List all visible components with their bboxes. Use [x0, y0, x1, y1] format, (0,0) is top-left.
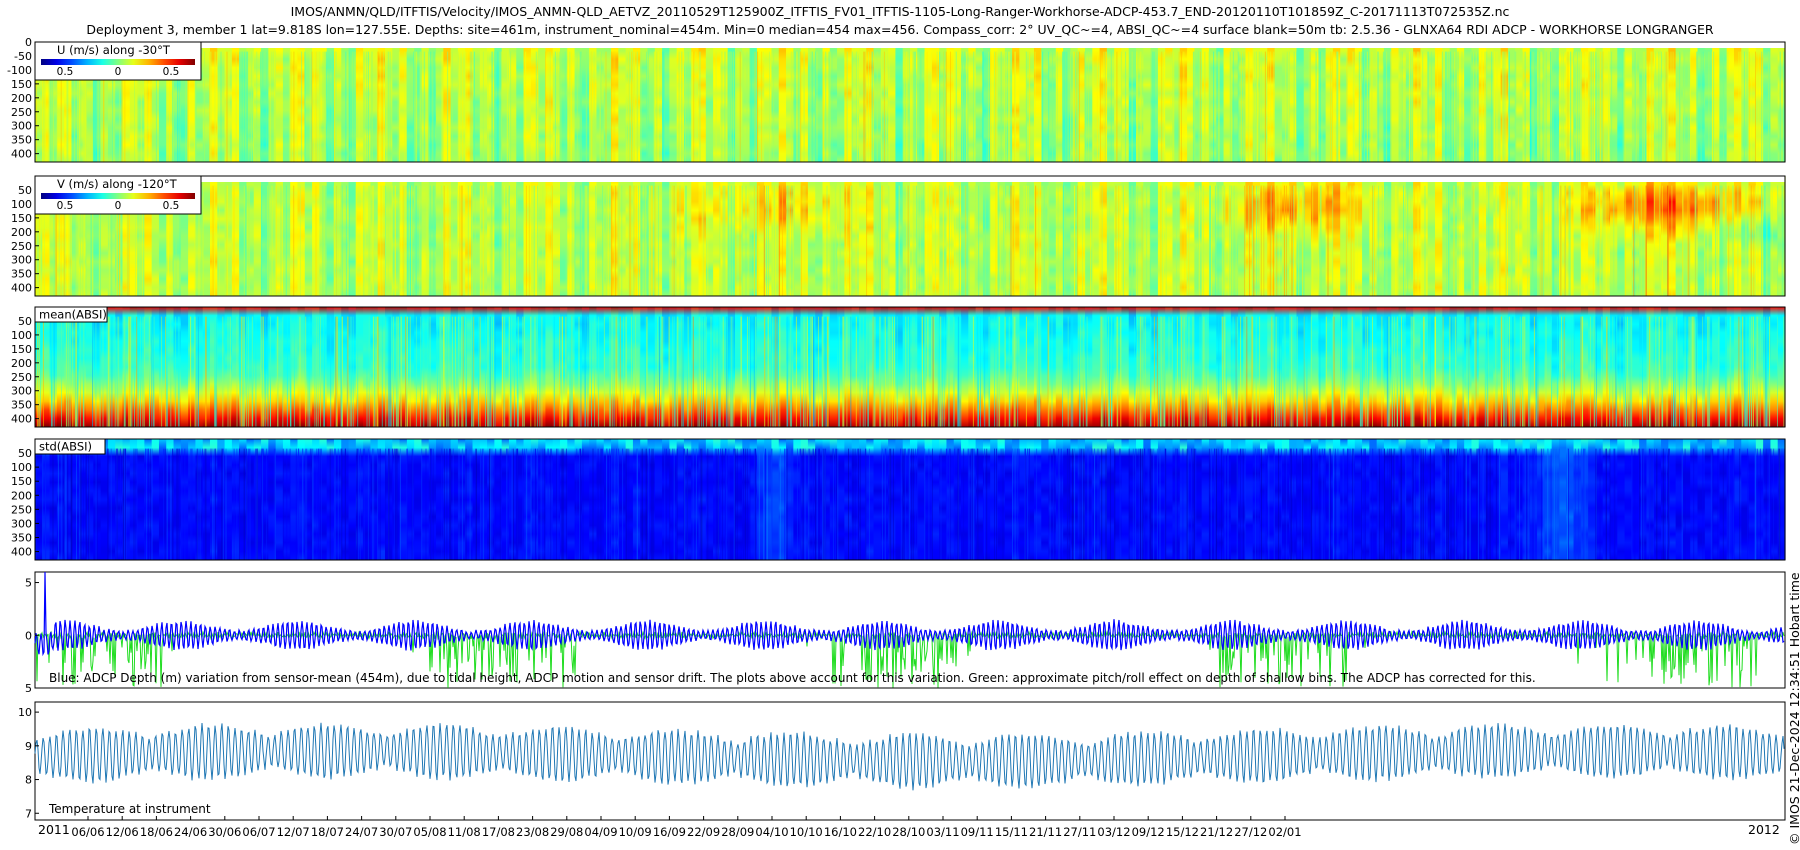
x-tick-label: 21/12 — [1200, 825, 1233, 839]
x-tick-label: 10/09 — [619, 825, 652, 839]
colorbar-tick: 0.5 — [57, 66, 74, 78]
x-tick-label: 04/09 — [584, 825, 617, 839]
temperature-panel — [34, 701, 1786, 821]
y-tick-label: 0 — [25, 36, 32, 49]
heatmap-panel-1 — [34, 41, 1786, 163]
y-tick-label: 5 — [25, 577, 32, 590]
x-tick-label: 18/06 — [140, 825, 173, 839]
x-tick-label: 04/10 — [755, 825, 788, 839]
y-tick-label: 300 — [11, 517, 32, 530]
y-tick-label: 50 — [18, 447, 32, 460]
y-tick-label: 350 — [11, 268, 32, 281]
y-tick-label: 200 — [11, 226, 32, 239]
x-tick-label: 12/06 — [106, 825, 139, 839]
figure-canvas: 0-50-100150200250300350400U (m/s) along … — [7, 36, 1786, 839]
x-tick-label: 15/12 — [1166, 825, 1199, 839]
x-tick-label: 24/07 — [345, 825, 378, 839]
y-tick-label: 300 — [11, 385, 32, 398]
x-tick-label: 12/07 — [277, 825, 310, 839]
colorbar-tick: 0.5 — [163, 66, 180, 78]
x-year-start: 2011 — [38, 822, 70, 837]
y-tick-label: 350 — [11, 531, 32, 544]
y-tick-label: 300 — [11, 254, 32, 267]
y-tick-label: 50 — [18, 315, 32, 328]
colorbar-tick: 0.5 — [163, 200, 180, 212]
y-tick-label: 100 — [11, 461, 32, 474]
x-tick-label: 06/07 — [242, 825, 275, 839]
y-tick-label: 150 — [11, 475, 32, 488]
colorbar-tick: 0 — [115, 66, 122, 78]
x-tick-label: 09/11 — [961, 825, 994, 839]
x-tick-label: 06/06 — [71, 825, 104, 839]
panel-label: V (m/s) along -120°T — [57, 177, 178, 191]
x-tick-label: 02/01 — [1268, 825, 1301, 839]
heatmap-panel-2 — [34, 175, 1786, 297]
y-tick-label: 300 — [11, 120, 32, 133]
y-tick-label: 350 — [11, 399, 32, 412]
y-tick-label: 0 — [25, 629, 32, 642]
x-tick-label: 27/12 — [1234, 825, 1267, 839]
y-tick-label: 400 — [11, 546, 32, 559]
x-tick-label: 09/12 — [1132, 825, 1165, 839]
x-tick-label: 17/08 — [482, 825, 515, 839]
panel-label: U (m/s) along -30°T — [57, 43, 171, 57]
y-tick-label: 400 — [11, 413, 32, 426]
x-tick-label: 11/08 — [448, 825, 481, 839]
y-tick-label: 50 — [18, 184, 32, 197]
x-tick-label: 27/11 — [1063, 825, 1096, 839]
y-tick-label: 200 — [11, 489, 32, 502]
y-tick-label: 150 — [11, 212, 32, 225]
x-tick-label: 15/11 — [995, 825, 1028, 839]
x-tick-label: 30/06 — [208, 825, 241, 839]
panel-label: std(ABSI) — [39, 440, 92, 454]
x-tick-label: 21/11 — [1029, 825, 1062, 839]
x-tick-label: 05/08 — [413, 825, 446, 839]
x-tick-label: 16/10 — [824, 825, 857, 839]
y-tick-label: 400 — [11, 148, 32, 161]
y-tick-label: 150 — [11, 78, 32, 91]
x-year-end: 2012 — [1748, 822, 1780, 837]
x-tick-label: 23/08 — [516, 825, 549, 839]
x-tick-label: 22/10 — [858, 825, 891, 839]
x-tick-label: 22/09 — [687, 825, 720, 839]
temperature-annotation: Temperature at instrument — [48, 802, 211, 816]
y-tick-label: 150 — [11, 343, 32, 356]
heatmap-panel-3 — [34, 306, 1786, 428]
y-tick-label: 350 — [11, 134, 32, 147]
x-tick-label: 28/10 — [892, 825, 925, 839]
y-tick-label: 250 — [11, 503, 32, 516]
y-tick-label: 8 — [25, 774, 32, 787]
y-tick-label: -50 — [14, 50, 32, 63]
x-tick-label: 18/07 — [311, 825, 344, 839]
y-tick-label: 10 — [18, 706, 32, 719]
y-tick-label: 250 — [11, 371, 32, 384]
x-tick-label: 30/07 — [379, 825, 412, 839]
y-tick-label: 7 — [25, 807, 32, 820]
x-tick-label: 10/10 — [790, 825, 823, 839]
y-tick-label: 5 — [25, 682, 32, 695]
x-tick-label: 24/06 — [174, 825, 207, 839]
y-tick-label: 100 — [11, 329, 32, 342]
x-tick-label: 03/12 — [1097, 825, 1130, 839]
y-tick-label: -100 — [7, 64, 32, 77]
y-tick-label: 250 — [11, 106, 32, 119]
depth-annotation: Blue: ADCP Depth (m) variation from sens… — [49, 671, 1536, 685]
x-tick-label: 29/08 — [550, 825, 583, 839]
y-tick-label: 400 — [11, 282, 32, 295]
y-tick-label: 9 — [25, 740, 32, 753]
copyright-label: © IMOS 21-Dec-2024 12:34:51 Hobart time — [1787, 572, 1800, 845]
y-tick-label: 200 — [11, 92, 32, 105]
y-tick-label: 250 — [11, 240, 32, 253]
colorbar-tick: 0 — [115, 200, 122, 212]
x-tick-label: 28/09 — [721, 825, 754, 839]
colorbar-tick: 0.5 — [57, 200, 74, 212]
x-tick-label: 16/09 — [653, 825, 686, 839]
x-tick-label: 03/11 — [926, 825, 959, 839]
heatmap-panel-4 — [34, 438, 1786, 561]
panel-label: mean(ABSI) — [39, 308, 107, 322]
y-tick-label: 100 — [11, 198, 32, 211]
y-tick-label: 200 — [11, 357, 32, 370]
